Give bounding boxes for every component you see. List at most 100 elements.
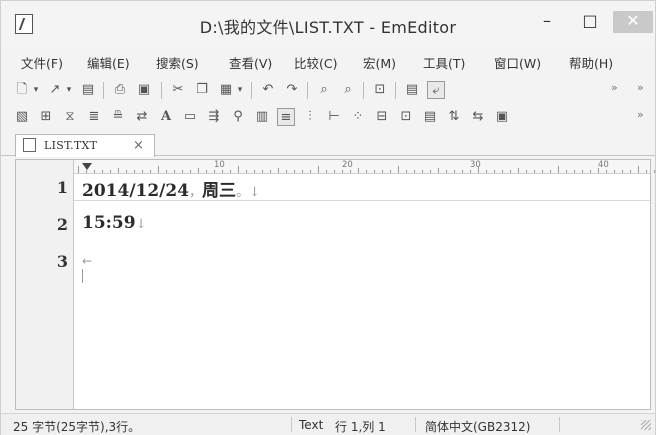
- menu-file[interactable]: 文件(F): [21, 53, 63, 72]
- toolbar-overflow-icon[interactable]: »: [611, 81, 618, 94]
- font-icon[interactable]: A: [157, 108, 175, 126]
- ruler-tick: [142, 170, 143, 173]
- word-wrap-toggle-icon[interactable]: ⤶: [427, 81, 445, 99]
- status-encoding[interactable]: 简体中文(GB2312): [425, 418, 530, 435]
- status-position[interactable]: 行 1,列 1: [335, 418, 386, 435]
- print-icon[interactable]: ⎙: [111, 81, 129, 99]
- find-icon[interactable]: ⌕: [315, 81, 333, 99]
- new-file-icon[interactable]: 🗋: [13, 81, 31, 99]
- ruler-tick: [406, 170, 407, 173]
- ruler-tick: [166, 170, 167, 173]
- undo-icon[interactable]: ↶: [259, 81, 277, 99]
- ruler-tick: [302, 170, 303, 173]
- menu-help[interactable]: 帮助(H): [569, 53, 613, 72]
- window-icon[interactable]: ▭: [181, 108, 199, 126]
- ruler-tick: [150, 170, 151, 173]
- ruler-tick: [174, 170, 175, 173]
- ruler-tick: [318, 166, 319, 173]
- ruler-tick: [414, 170, 415, 173]
- dropdown-arrow-icon[interactable]: ▾: [235, 81, 245, 99]
- editor-line-2[interactable]: 15:59↓: [82, 213, 147, 233]
- minimize-button[interactable]: –: [533, 11, 561, 33]
- ruler-tick: [238, 166, 239, 173]
- open-file-icon[interactable]: ↗: [46, 81, 64, 99]
- ruler-tick: [598, 168, 599, 173]
- title-bar: D:\我的文件\LIST.TXT - EmEditor – □ ✕: [1, 1, 655, 45]
- toolbar-overflow-icon[interactable]: »: [637, 81, 644, 94]
- statistics-icon[interactable]: ▥: [253, 108, 271, 126]
- ruler-tick: [478, 166, 479, 173]
- ruler-label: 40: [598, 160, 609, 170]
- menu-search[interactable]: 搜索(S): [156, 53, 199, 72]
- toolbar-overflow-icon[interactable]: »: [637, 108, 644, 121]
- menu-compare[interactable]: 比较(C): [294, 53, 337, 72]
- vertical-icon[interactable]: ⫶: [301, 108, 319, 126]
- resize-grip-icon[interactable]: [641, 420, 651, 430]
- ruler-tick: [398, 166, 399, 173]
- maximize-button[interactable]: □: [576, 11, 604, 33]
- newline-mark-icon: ↓: [135, 217, 147, 232]
- ruler-tick: [78, 166, 79, 173]
- toolbar-separator: [161, 82, 162, 99]
- ruler-tick: [102, 170, 103, 173]
- ruler-tick: [550, 170, 551, 173]
- ruler-tick: [278, 168, 279, 173]
- tab-close-icon[interactable]: ×: [133, 138, 144, 153]
- ruler-tick: [390, 170, 391, 173]
- line-number-gutter: 1 2 3: [16, 160, 74, 409]
- menu-edit[interactable]: 编辑(E): [87, 53, 130, 72]
- menu-macros[interactable]: 宏(M): [363, 53, 396, 72]
- ruler-tick: [350, 170, 351, 173]
- list-icon[interactable]: ▤: [421, 108, 439, 126]
- cut-icon[interactable]: ✂: [169, 81, 187, 99]
- copy-icon[interactable]: ❐: [193, 81, 211, 99]
- split-icon[interactable]: ⊢: [325, 108, 343, 126]
- ruler-tick: [342, 170, 343, 173]
- ruler-tick: [446, 170, 447, 173]
- ruler-tick: [182, 170, 183, 173]
- toolbar-separator: [363, 82, 364, 99]
- format-icon[interactable]: ≣: [85, 108, 103, 126]
- split-horizontal-icon[interactable]: ⁘: [349, 108, 367, 126]
- menu-window[interactable]: 窗口(W): [494, 53, 541, 72]
- dropdown-arrow-icon[interactable]: ▾: [31, 81, 41, 99]
- outline-icon[interactable]: ≞: [109, 108, 127, 126]
- menu-tools[interactable]: 工具(T): [423, 53, 465, 72]
- editor-line-1[interactable]: 2014/12/24，周三。↓: [82, 176, 260, 201]
- layout-icon[interactable]: ⊟: [373, 108, 391, 126]
- bookmark-icon[interactable]: ⚲: [229, 108, 247, 126]
- text-editor[interactable]: 1 2 3 10 20 30 40 2014/12/24，周三。↓ 15:59↓…: [15, 159, 655, 410]
- window-list-icon[interactable]: ▣: [493, 108, 511, 126]
- markers-icon[interactable]: ▧: [13, 108, 31, 126]
- find-in-files-icon[interactable]: ⊡: [371, 81, 389, 99]
- status-separator: [415, 417, 416, 432]
- convert-icon[interactable]: ⇄: [133, 108, 151, 126]
- paste-icon[interactable]: ▦: [217, 81, 235, 99]
- save-icon[interactable]: ▤: [79, 81, 97, 99]
- columns-icon[interactable]: ⊞: [37, 108, 55, 126]
- redo-icon[interactable]: ↷: [283, 81, 301, 99]
- wrap-icon[interactable]: ▤: [403, 81, 421, 99]
- ruler-tick: [110, 170, 111, 173]
- swap-icon[interactable]: ⇆: [469, 108, 487, 126]
- tile-icon[interactable]: ⊡: [397, 108, 415, 126]
- menu-view[interactable]: 查看(V): [229, 53, 272, 72]
- close-button[interactable]: ✕: [613, 11, 653, 33]
- print-preview-icon[interactable]: ▣: [135, 81, 153, 99]
- dropdown-arrow-icon[interactable]: ▾: [64, 81, 74, 99]
- sync-icon[interactable]: ⇅: [445, 108, 463, 126]
- status-size: 25 字节(25字节),3行。: [13, 420, 141, 434]
- ruler-tick: [614, 170, 615, 173]
- find-next-icon[interactable]: ⌕: [339, 81, 357, 99]
- status-mode[interactable]: Text: [299, 418, 323, 432]
- compare-icon[interactable]: ⇶: [205, 108, 223, 126]
- ruler-tick: [334, 170, 335, 173]
- ruler-tick: [430, 170, 431, 173]
- ruler-tick: [574, 170, 575, 173]
- sort-icon[interactable]: ⧖: [61, 108, 79, 126]
- ruler-tick: [566, 170, 567, 173]
- ruler-tick: [262, 170, 263, 173]
- mark-all-icon[interactable]: ≡: [277, 108, 295, 126]
- ruler-tick: [294, 170, 295, 173]
- tab-list-txt[interactable]: LIST.TXT ×: [15, 134, 155, 157]
